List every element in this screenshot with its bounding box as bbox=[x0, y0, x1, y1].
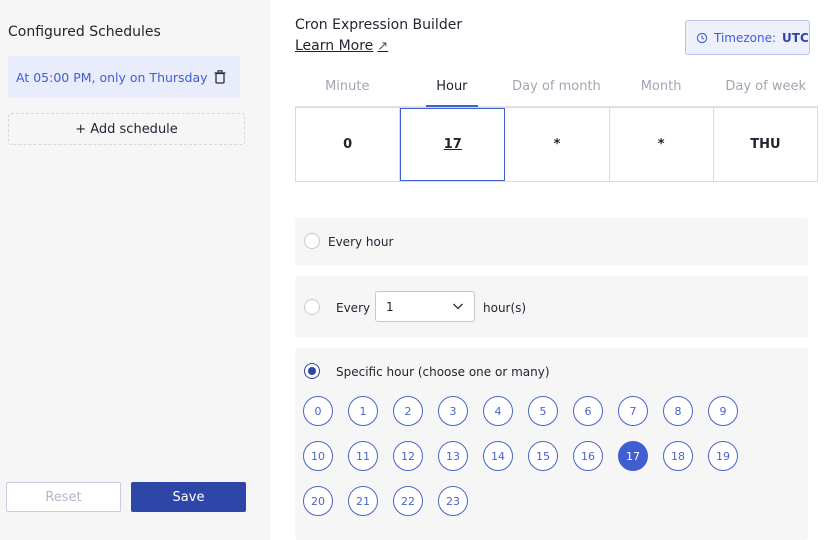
schedule-item-label: At 05:00 PM, only on Thursday bbox=[16, 69, 208, 85]
hour-chip-14[interactable]: 14 bbox=[483, 441, 513, 471]
sidebar-title: Configured Schedules bbox=[8, 24, 161, 40]
specific-hours-label: Specific hour (choose one or many) bbox=[336, 365, 550, 379]
schedule-item[interactable]: At 05:00 PM, only on Thursday bbox=[8, 56, 240, 98]
hour-chip-12[interactable]: 12 bbox=[393, 441, 423, 471]
hour-chip-2[interactable]: 2 bbox=[393, 396, 423, 426]
save-button[interactable]: Save bbox=[131, 482, 246, 512]
option-every-hour[interactable]: Every hour bbox=[295, 218, 808, 266]
specific-hours-radio[interactable] bbox=[304, 363, 320, 379]
hour-chip-5[interactable]: 5 bbox=[528, 396, 558, 426]
field-day-of-month[interactable]: * bbox=[505, 108, 610, 181]
hour-chip-3[interactable]: 3 bbox=[438, 396, 468, 426]
hour-chip-1[interactable]: 1 bbox=[348, 396, 378, 426]
interval-select[interactable]: 1 bbox=[375, 291, 475, 322]
learn-more-label: Learn More bbox=[295, 38, 374, 54]
interval-select-value: 1 bbox=[386, 299, 394, 314]
reset-button[interactable]: Reset bbox=[6, 482, 121, 512]
hour-chip-8[interactable]: 8 bbox=[663, 396, 693, 426]
timezone-button[interactable]: Timezone: UTC bbox=[685, 20, 810, 55]
hour-chip-18[interactable]: 18 bbox=[663, 441, 693, 471]
hour-chip-4[interactable]: 4 bbox=[483, 396, 513, 426]
hour-chip-10[interactable]: 10 bbox=[303, 441, 333, 471]
every-n-suffix: hour(s) bbox=[483, 301, 527, 315]
tab-hour[interactable]: Hour bbox=[400, 72, 505, 107]
hour-chip-17[interactable]: 17 bbox=[618, 441, 648, 471]
every-hour-radio[interactable] bbox=[304, 233, 320, 249]
tab-minute[interactable]: Minute bbox=[295, 72, 400, 106]
hour-chip-21[interactable]: 21 bbox=[348, 486, 378, 516]
tab-day-of-week[interactable]: Day of week bbox=[713, 72, 818, 106]
cron-field-tabs: Minute Hour Day of month Month Day of we… bbox=[295, 72, 818, 107]
option-every-n-hours[interactable]: Every 1 hour(s) bbox=[295, 276, 808, 338]
tab-month[interactable]: Month bbox=[609, 72, 714, 106]
tab-day-of-month[interactable]: Day of month bbox=[504, 72, 609, 106]
add-schedule-button[interactable]: + Add schedule bbox=[8, 113, 245, 145]
hour-chip-22[interactable]: 22 bbox=[393, 486, 423, 516]
hour-chip-6[interactable]: 6 bbox=[573, 396, 603, 426]
field-day-of-week[interactable]: THU bbox=[714, 108, 817, 181]
every-n-prefix: Every bbox=[336, 301, 371, 315]
every-n-radio[interactable] bbox=[304, 299, 320, 315]
timezone-label: Timezone: bbox=[714, 30, 777, 45]
hour-chip-13[interactable]: 13 bbox=[438, 441, 468, 471]
hour-chip-19[interactable]: 19 bbox=[708, 441, 738, 471]
page-title: Cron Expression Builder bbox=[295, 17, 463, 33]
hour-chip-0[interactable]: 0 bbox=[303, 396, 333, 426]
hour-chip-9[interactable]: 9 bbox=[708, 396, 738, 426]
field-month[interactable]: * bbox=[610, 108, 714, 181]
external-link-icon: ↗ bbox=[377, 38, 389, 54]
hour-chip-7[interactable]: 7 bbox=[618, 396, 648, 426]
hour-chip-20[interactable]: 20 bbox=[303, 486, 333, 516]
option-specific-hours[interactable]: Specific hour (choose one or many) 01234… bbox=[295, 348, 808, 540]
trash-icon[interactable] bbox=[212, 69, 228, 85]
chevron-down-icon bbox=[453, 303, 463, 310]
hour-chip-15[interactable]: 15 bbox=[528, 441, 558, 471]
cron-expression-fields: 0 17 * * THU bbox=[295, 107, 818, 182]
hour-chip-23[interactable]: 23 bbox=[438, 486, 468, 516]
schedules-sidebar: Configured Schedules At 05:00 PM, only o… bbox=[0, 0, 270, 540]
hour-chip-11[interactable]: 11 bbox=[348, 441, 378, 471]
hour-chip-16[interactable]: 16 bbox=[573, 441, 603, 471]
clock-history-icon bbox=[696, 32, 708, 43]
field-minute[interactable]: 0 bbox=[296, 108, 401, 181]
every-hour-label: Every hour bbox=[328, 235, 394, 249]
timezone-value: UTC bbox=[782, 30, 809, 45]
field-hour[interactable]: 17 bbox=[400, 108, 506, 181]
learn-more-link[interactable]: Learn More ↗ bbox=[295, 38, 388, 54]
